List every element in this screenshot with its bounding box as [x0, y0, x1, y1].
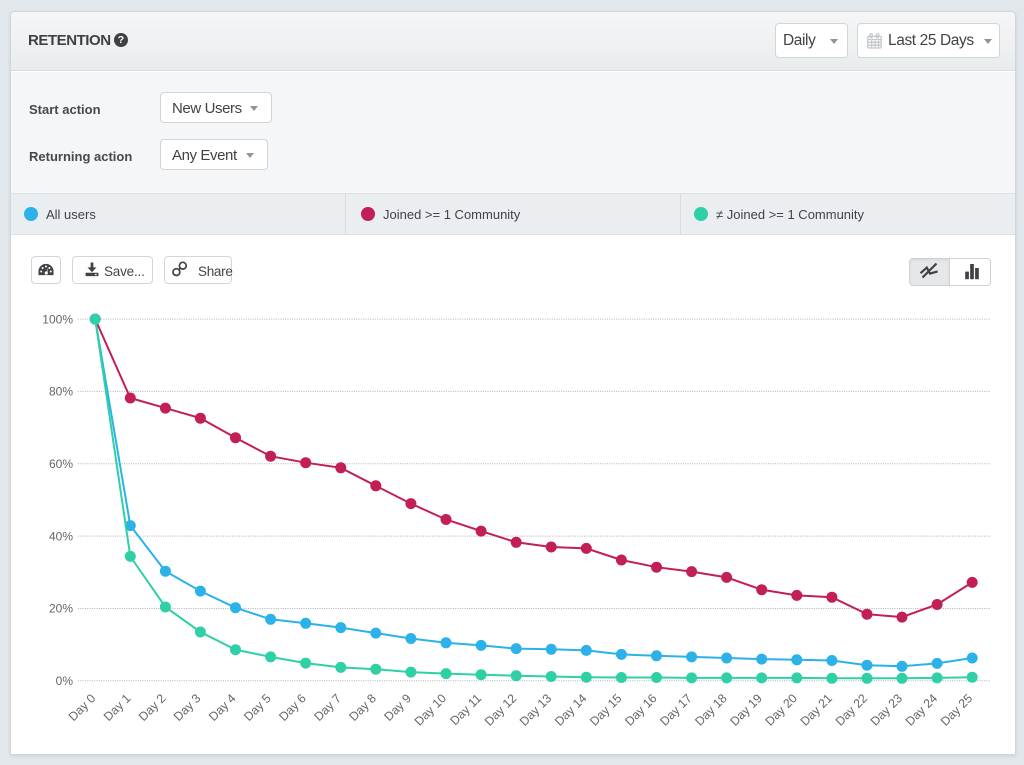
svg-text:Day 11: Day 11: [447, 691, 484, 728]
svg-text:60%: 60%: [49, 457, 73, 471]
svg-text:Day 2: Day 2: [136, 691, 169, 724]
svg-text:Day 18: Day 18: [692, 691, 730, 729]
svg-text:Day 9: Day 9: [381, 691, 414, 724]
svg-text:100%: 100%: [42, 312, 73, 326]
svg-text:Day 23: Day 23: [868, 691, 906, 729]
svg-text:Day 10: Day 10: [412, 691, 450, 729]
svg-text:Day 8: Day 8: [346, 691, 379, 724]
svg-text:Day 25: Day 25: [938, 691, 976, 729]
svg-text:Day 22: Day 22: [833, 691, 871, 729]
svg-text:Day 20: Day 20: [762, 691, 800, 729]
svg-text:Day 24: Day 24: [903, 691, 941, 729]
svg-text:Day 19: Day 19: [727, 691, 765, 729]
svg-text:Day 4: Day 4: [206, 691, 239, 724]
svg-text:Day 17: Day 17: [657, 691, 695, 729]
svg-text:40%: 40%: [49, 529, 73, 543]
svg-text:Day 15: Day 15: [587, 691, 625, 729]
svg-text:Day 0: Day 0: [66, 691, 99, 724]
svg-text:Day 12: Day 12: [482, 691, 520, 729]
svg-text:80%: 80%: [49, 385, 73, 399]
svg-text:0%: 0%: [56, 674, 74, 688]
svg-text:Day 5: Day 5: [241, 691, 274, 724]
svg-text:Day 21: Day 21: [798, 691, 836, 729]
svg-text:Day 14: Day 14: [552, 691, 590, 729]
svg-text:Day 6: Day 6: [276, 691, 309, 724]
svg-text:Day 13: Day 13: [517, 691, 555, 729]
svg-text:Day 7: Day 7: [311, 691, 344, 724]
svg-text:Day 1: Day 1: [101, 691, 134, 724]
svg-text:Day 16: Day 16: [622, 691, 660, 729]
svg-text:20%: 20%: [49, 602, 73, 616]
svg-text:Day 3: Day 3: [171, 691, 204, 724]
